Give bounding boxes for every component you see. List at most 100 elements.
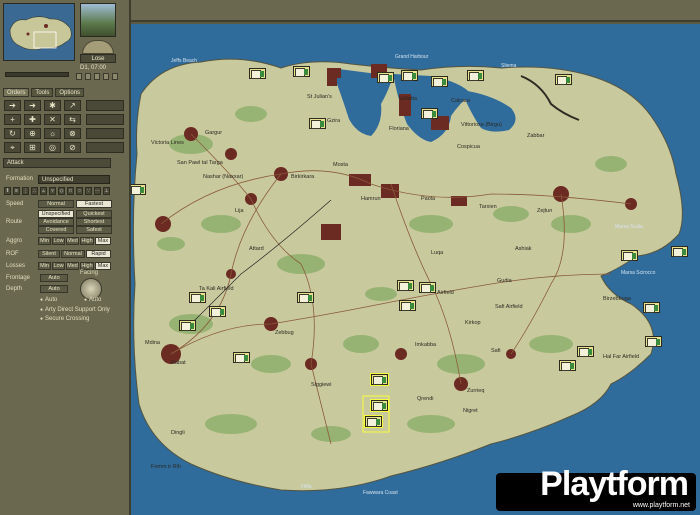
selected-unit-counter[interactable]: [370, 373, 389, 386]
unit-counter[interactable]: [377, 72, 394, 83]
speed-normal-option[interactable]: Normal: [38, 200, 74, 208]
route-safest-option[interactable]: Safest: [76, 226, 112, 234]
unit-counter[interactable]: [559, 360, 576, 371]
formation-icon[interactable]: ⋮: [22, 187, 29, 195]
auto-radio[interactable]: Auto: [40, 297, 57, 303]
depth-auto-option[interactable]: Auto: [40, 285, 68, 293]
support-order-icon[interactable]: ⊞: [24, 142, 41, 153]
order-side-button[interactable]: [86, 142, 124, 153]
unit-counter[interactable]: [467, 70, 484, 81]
attack-order-icon[interactable]: ✱: [44, 100, 61, 111]
rof-normal-option[interactable]: Normal: [61, 250, 85, 258]
move-order-icon[interactable]: ➔: [4, 100, 21, 111]
unit-counter[interactable]: [293, 66, 310, 77]
unit-counter[interactable]: [671, 246, 688, 257]
rof-rapid-option[interactable]: Rapid: [86, 250, 111, 258]
order-side-button[interactable]: [86, 100, 124, 111]
recon-order-icon[interactable]: ⌖: [4, 142, 21, 153]
tab-options[interactable]: Options: [55, 88, 85, 97]
facing-auto-radio[interactable]: Auto: [84, 297, 101, 303]
place-label: Hal Far Airfield: [603, 354, 640, 360]
unit-counter[interactable]: [179, 320, 196, 331]
unit-counter[interactable]: [419, 282, 436, 293]
formation-icon[interactable]: ⋯: [94, 187, 101, 195]
unit-counter[interactable]: [189, 292, 206, 303]
route-quickest-option[interactable]: Quickest: [76, 210, 112, 218]
arty-direct-support-checkbox[interactable]: Arty Direct Support Only: [40, 307, 110, 313]
formation-icon[interactable]: ≡: [13, 187, 20, 195]
aggro-med-option[interactable]: Med: [66, 237, 79, 245]
assign-order-icon[interactable]: ◎: [44, 142, 61, 153]
formation-icon[interactable]: ▿: [49, 187, 56, 195]
formation-icon[interactable]: ◇: [58, 187, 65, 195]
order-side-button[interactable]: [86, 114, 124, 125]
unit-counter[interactable]: [555, 74, 572, 85]
formation-icon[interactable]: ⊥: [103, 187, 110, 195]
aggro-min-option[interactable]: Min: [38, 237, 51, 245]
order-side-button[interactable]: [86, 128, 124, 139]
losses-low-option[interactable]: Low: [52, 262, 65, 270]
losses-min-option[interactable]: Min: [38, 262, 51, 270]
time-progress-bar[interactable]: [5, 72, 69, 77]
speed-fastest-option[interactable]: Fastest: [76, 200, 112, 208]
unit-counter[interactable]: [643, 302, 660, 313]
restart-button[interactable]: [112, 73, 118, 80]
minimap[interactable]: [3, 3, 75, 61]
unit-counter[interactable]: [249, 68, 266, 79]
formation-select[interactable]: Unspecified: [38, 175, 110, 184]
unit-counter[interactable]: [397, 280, 414, 291]
unit-counter[interactable]: [297, 292, 314, 303]
pause-button[interactable]: [85, 73, 91, 80]
unit-counter[interactable]: [399, 300, 416, 311]
route-covered-option[interactable]: Covered: [38, 226, 74, 234]
rest-order-icon[interactable]: ☼: [44, 128, 61, 139]
game-speed-dial[interactable]: [82, 40, 114, 54]
delay-order-icon[interactable]: ✚: [24, 114, 41, 125]
fast-move-order-icon[interactable]: ➜: [24, 100, 41, 111]
rewind-button[interactable]: [76, 73, 82, 80]
formation-icon[interactable]: ▵: [40, 187, 47, 195]
patrol-order-icon[interactable]: ↻: [4, 128, 21, 139]
aggro-max-option[interactable]: Max: [95, 237, 111, 245]
rof-silent-option[interactable]: Silent: [38, 250, 60, 258]
unit-counter[interactable]: [577, 346, 594, 357]
play-button[interactable]: [94, 73, 100, 80]
unit-counter[interactable]: [309, 118, 326, 129]
cancel-order-icon[interactable]: ⊘: [64, 142, 81, 153]
unit-counter[interactable]: [421, 108, 438, 119]
tab-tools[interactable]: Tools: [31, 88, 54, 97]
losses-high-option[interactable]: High: [80, 262, 94, 270]
bombard-order-icon[interactable]: ✕: [44, 114, 61, 125]
frontage-auto-option[interactable]: Auto: [40, 274, 68, 282]
losses-med-option[interactable]: Med: [66, 262, 79, 270]
probe-order-icon[interactable]: ↗: [64, 100, 81, 111]
unit-counter[interactable]: [209, 306, 226, 317]
unit-counter[interactable]: [233, 352, 250, 363]
formation-icon[interactable]: □: [67, 187, 74, 195]
unit-counter[interactable]: [401, 70, 418, 81]
formation-icon[interactable]: ○: [76, 187, 83, 195]
withdraw-order-icon[interactable]: ⇆: [64, 114, 81, 125]
route-shortest-option[interactable]: Shortest: [76, 218, 112, 226]
unit-counter[interactable]: [131, 184, 146, 195]
unit-counter[interactable]: [431, 76, 448, 87]
embark-order-icon[interactable]: ⊕: [24, 128, 41, 139]
aggro-low-option[interactable]: Low: [52, 237, 65, 245]
secure-crossing-checkbox[interactable]: Secure Crossing: [40, 316, 89, 322]
selected-unit-counter[interactable]: [364, 415, 383, 428]
tactical-map[interactable]: Jeffs Beach Grand Harbour Sliema Vallett…: [131, 24, 700, 515]
dig-in-order-icon[interactable]: ⊗: [64, 128, 81, 139]
route-avoidance-option[interactable]: Avoidance: [38, 218, 74, 226]
defend-order-icon[interactable]: +: [4, 114, 21, 125]
unit-counter[interactable]: [645, 336, 662, 347]
formation-icon[interactable]: ∴: [31, 187, 38, 195]
formation-icon[interactable]: ‖: [4, 187, 11, 195]
formation-icon[interactable]: ∵: [85, 187, 92, 195]
step-button[interactable]: [103, 73, 109, 80]
aggro-high-option[interactable]: High: [80, 237, 94, 245]
selected-unit-counter[interactable]: [370, 399, 389, 412]
unit-counter[interactable]: [621, 250, 638, 261]
losses-max-option[interactable]: Max: [95, 262, 111, 270]
route-unspecified-option[interactable]: Unspecified: [38, 210, 74, 218]
tab-orders[interactable]: Orders: [3, 88, 30, 97]
